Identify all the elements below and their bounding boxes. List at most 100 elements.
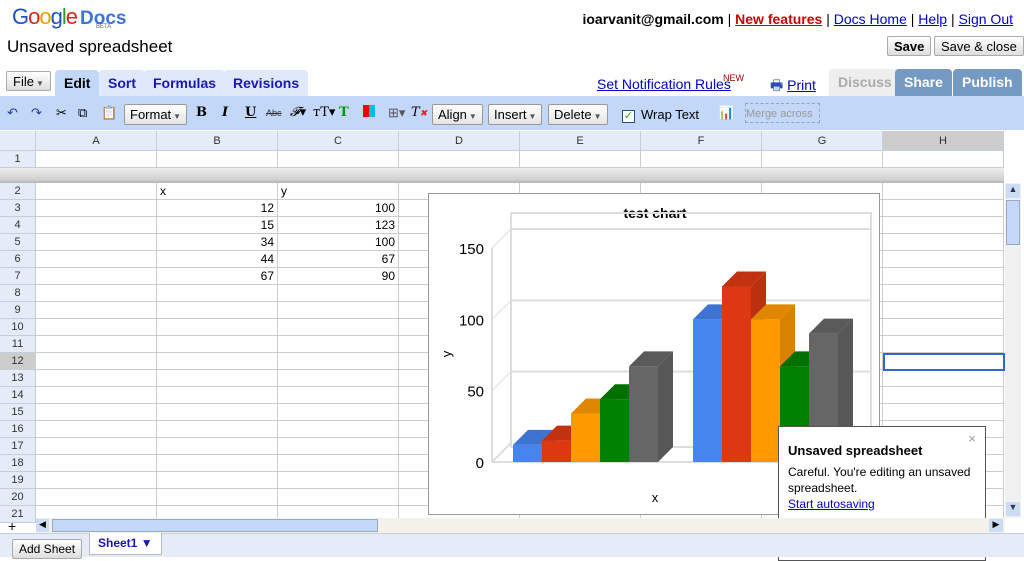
cell-A7[interactable] <box>36 268 157 285</box>
cell-H1[interactable] <box>883 151 1004 168</box>
file-menu-button[interactable]: File ▼ <box>6 71 51 91</box>
cell-H7[interactable] <box>883 268 1004 285</box>
select-all-corner[interactable] <box>0 131 36 151</box>
cell-A15[interactable] <box>36 404 157 421</box>
borders-icon[interactable]: ⊞▾ <box>388 103 405 123</box>
cell-C14[interactable] <box>278 387 399 404</box>
undo-icon[interactable]: ↶ <box>7 103 18 123</box>
cell-B11[interactable] <box>157 336 278 353</box>
cell-A9[interactable] <box>36 302 157 319</box>
row-header-12[interactable]: 12 <box>0 353 36 370</box>
row-header-16[interactable]: 16 <box>0 421 36 438</box>
cell-B13[interactable] <box>157 370 278 387</box>
cell-B17[interactable] <box>157 438 278 455</box>
font-family-icon[interactable]: 𝓕▾ <box>290 103 306 123</box>
row-header-10[interactable]: 10 <box>0 319 36 336</box>
column-header-H[interactable]: H <box>883 131 1004 151</box>
cell-C12[interactable] <box>278 353 399 370</box>
bold-icon[interactable]: B <box>196 103 207 123</box>
vertical-scroll-thumb[interactable] <box>1006 200 1020 245</box>
text-color-icon[interactable]: T <box>339 103 349 123</box>
cell-B10[interactable] <box>157 319 278 336</box>
cell-H10[interactable] <box>883 319 1004 336</box>
cell-B5[interactable]: 34 <box>157 234 278 251</box>
help-link[interactable]: Help <box>918 11 947 27</box>
clear-format-icon[interactable]: T✖ <box>411 103 427 123</box>
scroll-up-icon[interactable]: ▲ <box>1006 184 1020 198</box>
cell-C10[interactable] <box>278 319 399 336</box>
cell-C5[interactable]: 100 <box>278 234 399 251</box>
column-header-A[interactable]: A <box>36 131 157 151</box>
discuss-tab[interactable]: Discuss <box>829 69 901 96</box>
underline-icon[interactable]: U <box>245 103 256 123</box>
publish-button[interactable]: Publish <box>953 69 1022 96</box>
row-header-20[interactable]: 20 <box>0 489 36 506</box>
cell-C4[interactable]: 123 <box>278 217 399 234</box>
insert-chart-icon[interactable]: 📊 <box>718 103 734 123</box>
scroll-right-icon[interactable]: ▶ <box>989 519 1003 532</box>
horizontal-scroll-thumb[interactable] <box>52 519 378 532</box>
row-header-2[interactable]: 2 <box>0 183 36 200</box>
cell-B16[interactable] <box>157 421 278 438</box>
row-header-1[interactable]: 1 <box>0 151 36 168</box>
horizontal-scrollbar[interactable]: ◀ ▶ <box>36 518 1005 533</box>
row-header-21[interactable]: 21 <box>0 506 36 523</box>
row-header-13[interactable]: 13 <box>0 370 36 387</box>
docs-home-link[interactable]: Docs Home <box>834 11 907 27</box>
wrap-text-checkbox[interactable]: ✓ <box>622 105 635 125</box>
cell-H2[interactable] <box>883 183 1004 200</box>
cell-G1[interactable] <box>762 151 883 168</box>
sign-out-link[interactable]: Sign Out <box>959 11 1013 27</box>
sheet-tab-sheet1[interactable]: Sheet1 ▼ <box>89 533 162 555</box>
row-header-5[interactable]: 5 <box>0 234 36 251</box>
background-color-icon[interactable] <box>363 103 375 123</box>
cell-C8[interactable] <box>278 285 399 302</box>
row-header-15[interactable]: 15 <box>0 404 36 421</box>
paste-icon[interactable]: 📋 <box>101 103 117 123</box>
cell-C19[interactable] <box>278 472 399 489</box>
cell-A3[interactable] <box>36 200 157 217</box>
cell-B6[interactable]: 44 <box>157 251 278 268</box>
row-header-19[interactable]: 19 <box>0 472 36 489</box>
column-header-G[interactable]: G <box>762 131 883 151</box>
row-header-11[interactable]: 11 <box>0 336 36 353</box>
cell-A20[interactable] <box>36 489 157 506</box>
font-size-icon[interactable]: тT▾ <box>313 103 335 123</box>
cell-H4[interactable] <box>883 217 1004 234</box>
cell-A16[interactable] <box>36 421 157 438</box>
freeze-bar[interactable] <box>0 168 1004 183</box>
cell-C16[interactable] <box>278 421 399 438</box>
cell-A18[interactable] <box>36 455 157 472</box>
cell-C7[interactable]: 90 <box>278 268 399 285</box>
cell-A6[interactable] <box>36 251 157 268</box>
cell-C3[interactable]: 100 <box>278 200 399 217</box>
cell-H3[interactable] <box>883 200 1004 217</box>
cell-A4[interactable] <box>36 217 157 234</box>
row-header-7[interactable]: 7 <box>0 268 36 285</box>
cell-F1[interactable] <box>641 151 762 168</box>
italic-icon[interactable]: I <box>222 103 228 123</box>
merge-across-button[interactable]: Merge across <box>745 103 820 123</box>
scroll-down-icon[interactable]: ▼ <box>1006 502 1020 516</box>
cell-H11[interactable] <box>883 336 1004 353</box>
row-header-6[interactable]: 6 <box>0 251 36 268</box>
row-header-8[interactable]: 8 <box>0 285 36 302</box>
cell-B8[interactable] <box>157 285 278 302</box>
row-header-18[interactable]: 18 <box>0 455 36 472</box>
tab-revisions[interactable]: Revisions <box>224 70 309 97</box>
strikethrough-icon[interactable]: Abc <box>266 103 282 123</box>
cell-C11[interactable] <box>278 336 399 353</box>
print-label[interactable]: Print <box>787 77 816 93</box>
add-sheet-button[interactable]: Add Sheet <box>12 539 83 559</box>
scroll-left-icon[interactable]: ◀ <box>36 519 49 532</box>
cell-C13[interactable] <box>278 370 399 387</box>
cell-C18[interactable] <box>278 455 399 472</box>
tab-sort[interactable]: Sort <box>99 70 145 97</box>
cell-A10[interactable] <box>36 319 157 336</box>
tab-formulas[interactable]: Formulas <box>144 70 226 97</box>
cell-C1[interactable] <box>278 151 399 168</box>
wrap-text-label[interactable]: Wrap Text <box>641 105 699 125</box>
cell-B1[interactable] <box>157 151 278 168</box>
row-header-17[interactable]: 17 <box>0 438 36 455</box>
save-close-button[interactable]: Save & close <box>934 36 1024 56</box>
